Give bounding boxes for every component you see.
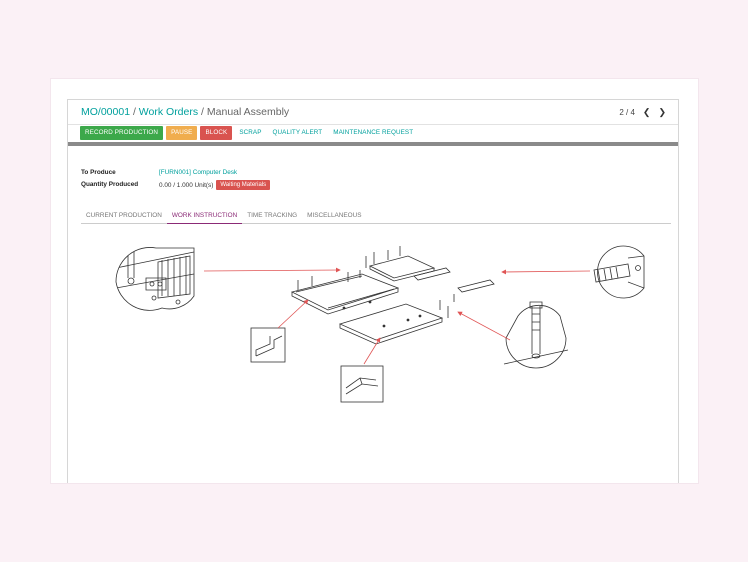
cam-bolt-detail-illustration [503,301,569,369]
chevron-left-icon[interactable]: ❮ [643,107,651,118]
action-toolbar: RECORD PRODUCTION PAUSE BLOCK SCRAP QUAL… [80,126,417,140]
chevron-right-icon[interactable]: ❯ [658,107,666,118]
breadcrumb-work-orders-link[interactable]: Work Orders [139,106,198,118]
quantity-produced-text: 0.00 / 1.000 Unit(s) [159,182,214,189]
header-divider [68,124,678,125]
work-order-form: MO/00001 / Work Orders / Manual Assembly… [67,99,679,483]
to-produce-product-link[interactable]: [FURN001] Computer Desk [159,169,237,176]
work-instruction-drawing [115,245,645,403]
scrap-button[interactable]: SCRAP [235,126,265,140]
breadcrumb: MO/00001 / Work Orders / Manual Assembly [81,106,289,118]
block-button[interactable]: BLOCK [200,126,233,140]
record-production-button[interactable]: RECORD PRODUCTION [80,126,164,140]
groove-profile-detail-illustration [340,365,384,403]
edge-profile-detail-illustration [250,327,286,363]
to-produce-label: To Produce [81,169,116,176]
pager: 2 / 4 ❮ ❯ [619,107,666,118]
quality-alert-button[interactable]: QUALITY ALERT [269,126,327,140]
status-badge: Waiting Materials [216,180,271,190]
breadcrumb-current: Manual Assembly [206,106,290,118]
maintenance-request-button[interactable]: MAINTENANCE REQUEST [329,126,417,140]
tab-time-tracking[interactable]: TIME TRACKING [242,208,302,223]
tab-work-instruction[interactable]: WORK INSTRUCTION [166,208,243,224]
app-window: MO/00001 / Work Orders / Manual Assembly… [51,79,698,483]
breadcrumb-separator: / [201,106,204,118]
status-bar [68,142,678,146]
quantity-produced-label: Quantity Produced [81,181,139,188]
pager-value: 2 / 4 [619,108,635,117]
breadcrumb-separator: / [132,106,136,118]
tab-miscellaneous[interactable]: MISCELLANEOUS [302,208,366,223]
bracket-detail-illustration [115,247,195,311]
pause-button[interactable]: PAUSE [166,126,198,140]
dowel-detail-illustration [593,245,645,299]
breadcrumb-mo-link[interactable]: MO/00001 [81,106,130,118]
desk-exploded-view-illustration [290,246,495,345]
tab-current-production[interactable]: CURRENT PRODUCTION [81,208,167,223]
form-tabs: CURRENT PRODUCTION WORK INSTRUCTION TIME… [81,208,671,224]
quantity-produced-value: 0.00 / 1.000 Unit(s) Waiting Materials [159,180,271,191]
